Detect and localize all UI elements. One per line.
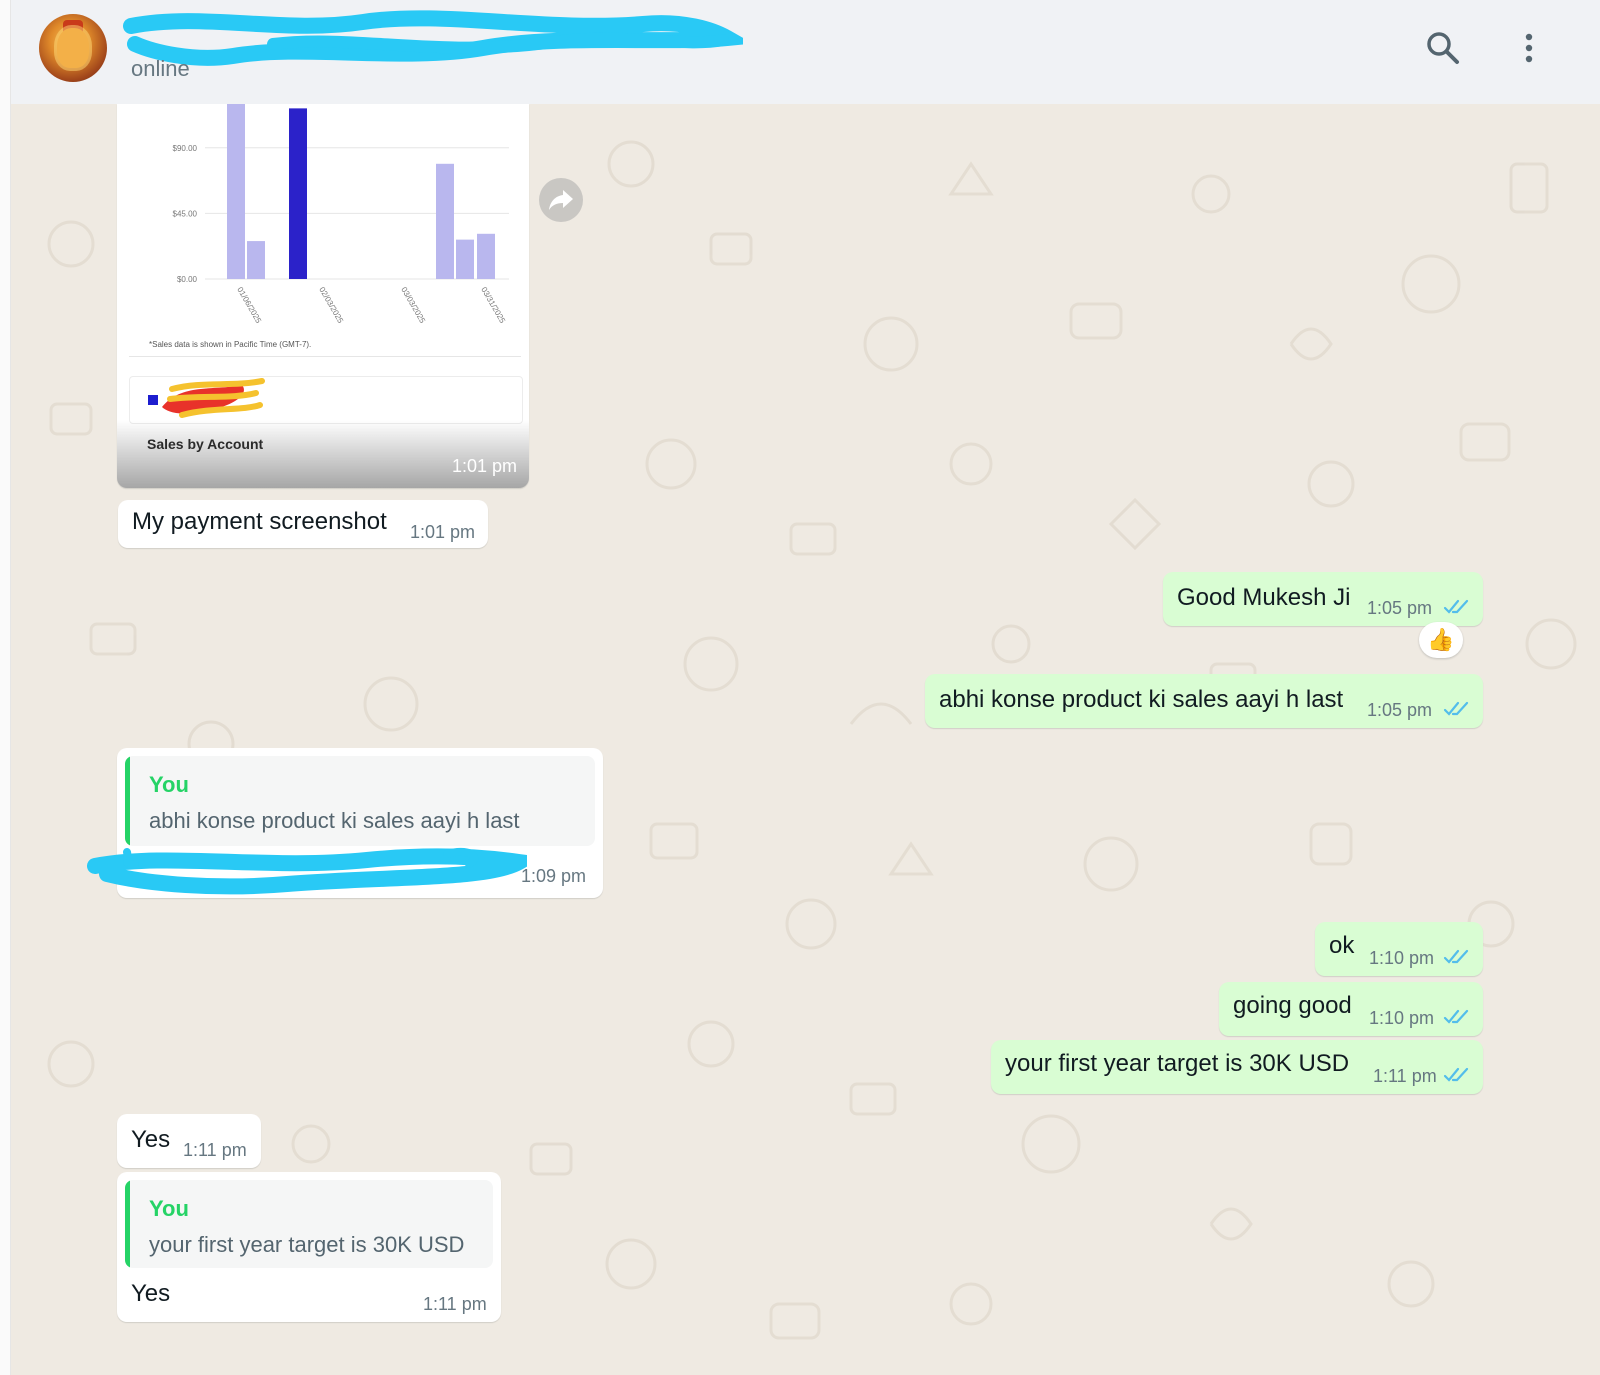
chart-note: *Sales data is shown in Pacific Time (GM… (149, 340, 311, 349)
outgoing-message[interactable]: going good 1:10 pm (1219, 982, 1483, 1036)
x-tick-label: 03/03/2025 (399, 286, 427, 326)
message-time: 1:10 pm (1369, 1008, 1435, 1028)
image-message[interactable]: $0.00 $45.00 $90.00 01/06/2025 02/03/2025 03/… (117, 104, 529, 488)
reaction-badge[interactable]: 👍 (1419, 622, 1463, 658)
kebab-menu-icon[interactable] (1519, 30, 1539, 66)
message-time: 1:01 pm (410, 522, 476, 542)
incoming-reply-message[interactable]: You abhi konse product ki sales aayi h l… (87, 748, 603, 898)
incoming-message[interactable]: Yes 1:11 pm (117, 1114, 261, 1168)
contact-status: online (131, 56, 190, 81)
outgoing-message[interactable]: abhi konse product ki sales aayi h last … (925, 674, 1483, 728)
quote-text: abhi konse product ki sales aayi h last (149, 808, 520, 833)
chart-bar (247, 241, 265, 279)
chart-legend (129, 376, 523, 424)
incoming-message[interactable]: My payment screenshot 1:01 pm (118, 500, 488, 548)
outgoing-message[interactable]: ok 1:10 pm (1315, 922, 1483, 976)
message-text: abhi konse product ki sales aayi h last (939, 686, 1344, 713)
quoted-message[interactable]: You your first year target is 30K USD (125, 1180, 493, 1268)
outgoing-message[interactable]: your first year target is 30K USD 1:11 p… (991, 1040, 1483, 1094)
avatar-figure (57, 28, 89, 68)
read-receipt-icon (1443, 1067, 1469, 1082)
quote-accent-bar (125, 1180, 130, 1268)
x-tick-label: 02/03/2025 (317, 286, 345, 326)
quoted-message[interactable]: You abhi konse product ki sales aayi h l… (125, 756, 595, 846)
sales-chart-image: $0.00 $45.00 $90.00 01/06/2025 02/03/2025 03/… (129, 104, 521, 357)
quote-author: You (149, 772, 189, 797)
contact-avatar[interactable] (39, 14, 107, 82)
message-time: 1:10 pm (1369, 948, 1435, 968)
message-time: 1:09 pm (521, 866, 587, 886)
chart-bar (477, 233, 495, 279)
image-shade (117, 420, 529, 488)
y-tick-label: $0.00 (177, 275, 198, 284)
image-time: 1:01 pm (451, 456, 517, 476)
message-pane[interactable]: $0.00 $45.00 $90.00 01/06/2025 02/03/2025 03/… (11, 104, 1600, 1375)
chart-bar (456, 239, 474, 279)
message-time: 1:05 pm (1367, 598, 1433, 618)
forward-icon (549, 190, 573, 210)
message-text: Yes (131, 1126, 171, 1153)
chat-list-edge (0, 0, 11, 1375)
message-text: Good Mukesh Ji (1177, 584, 1351, 611)
chart-bar (289, 108, 307, 279)
message-text: My payment screenshot (132, 508, 387, 535)
message-time: 1:05 pm (1367, 700, 1433, 720)
message-text: Yes (131, 1280, 171, 1307)
read-receipt-icon (1443, 949, 1469, 964)
y-tick-label: $45.00 (173, 209, 198, 218)
chat-header: online (11, 0, 1600, 105)
quote-accent-bar (125, 756, 130, 846)
x-tick-label: 03/31/2025 (479, 286, 507, 326)
incoming-reply-message[interactable]: You your first year target is 30K USD Ye… (117, 1172, 501, 1322)
quote-text: your first year target is 30K USD (149, 1232, 465, 1257)
chart-bar (227, 104, 245, 279)
message-time: 1:11 pm (423, 1294, 487, 1314)
read-receipt-icon (1443, 599, 1469, 614)
read-receipt-icon (1443, 701, 1469, 716)
forward-button[interactable] (539, 178, 583, 222)
outgoing-message[interactable]: Good Mukesh Ji 1:05 pm (1163, 572, 1483, 626)
chat-window: online $0.00 $45.00 $90.00 01/06/2025 02… (0, 0, 1600, 1375)
search-icon[interactable] (1425, 30, 1461, 66)
redacted-message-text (87, 847, 527, 895)
message-text: ok (1329, 932, 1355, 959)
redacted-account-name (162, 378, 265, 418)
y-tick-label: $90.00 (173, 144, 198, 153)
message-text: going good (1233, 992, 1352, 1019)
message-text: your first year target is 30K USD (1005, 1050, 1350, 1077)
redacted-contact-name (123, 10, 743, 66)
message-time: 1:11 pm (183, 1140, 247, 1160)
message-time: 1:11 pm (1373, 1066, 1437, 1086)
image-caption: Sales by Account (147, 436, 264, 452)
quote-author: You (149, 1196, 189, 1221)
chart-bar (436, 163, 454, 279)
x-tick-label: 01/06/2025 (235, 286, 263, 326)
read-receipt-icon (1443, 1009, 1469, 1024)
